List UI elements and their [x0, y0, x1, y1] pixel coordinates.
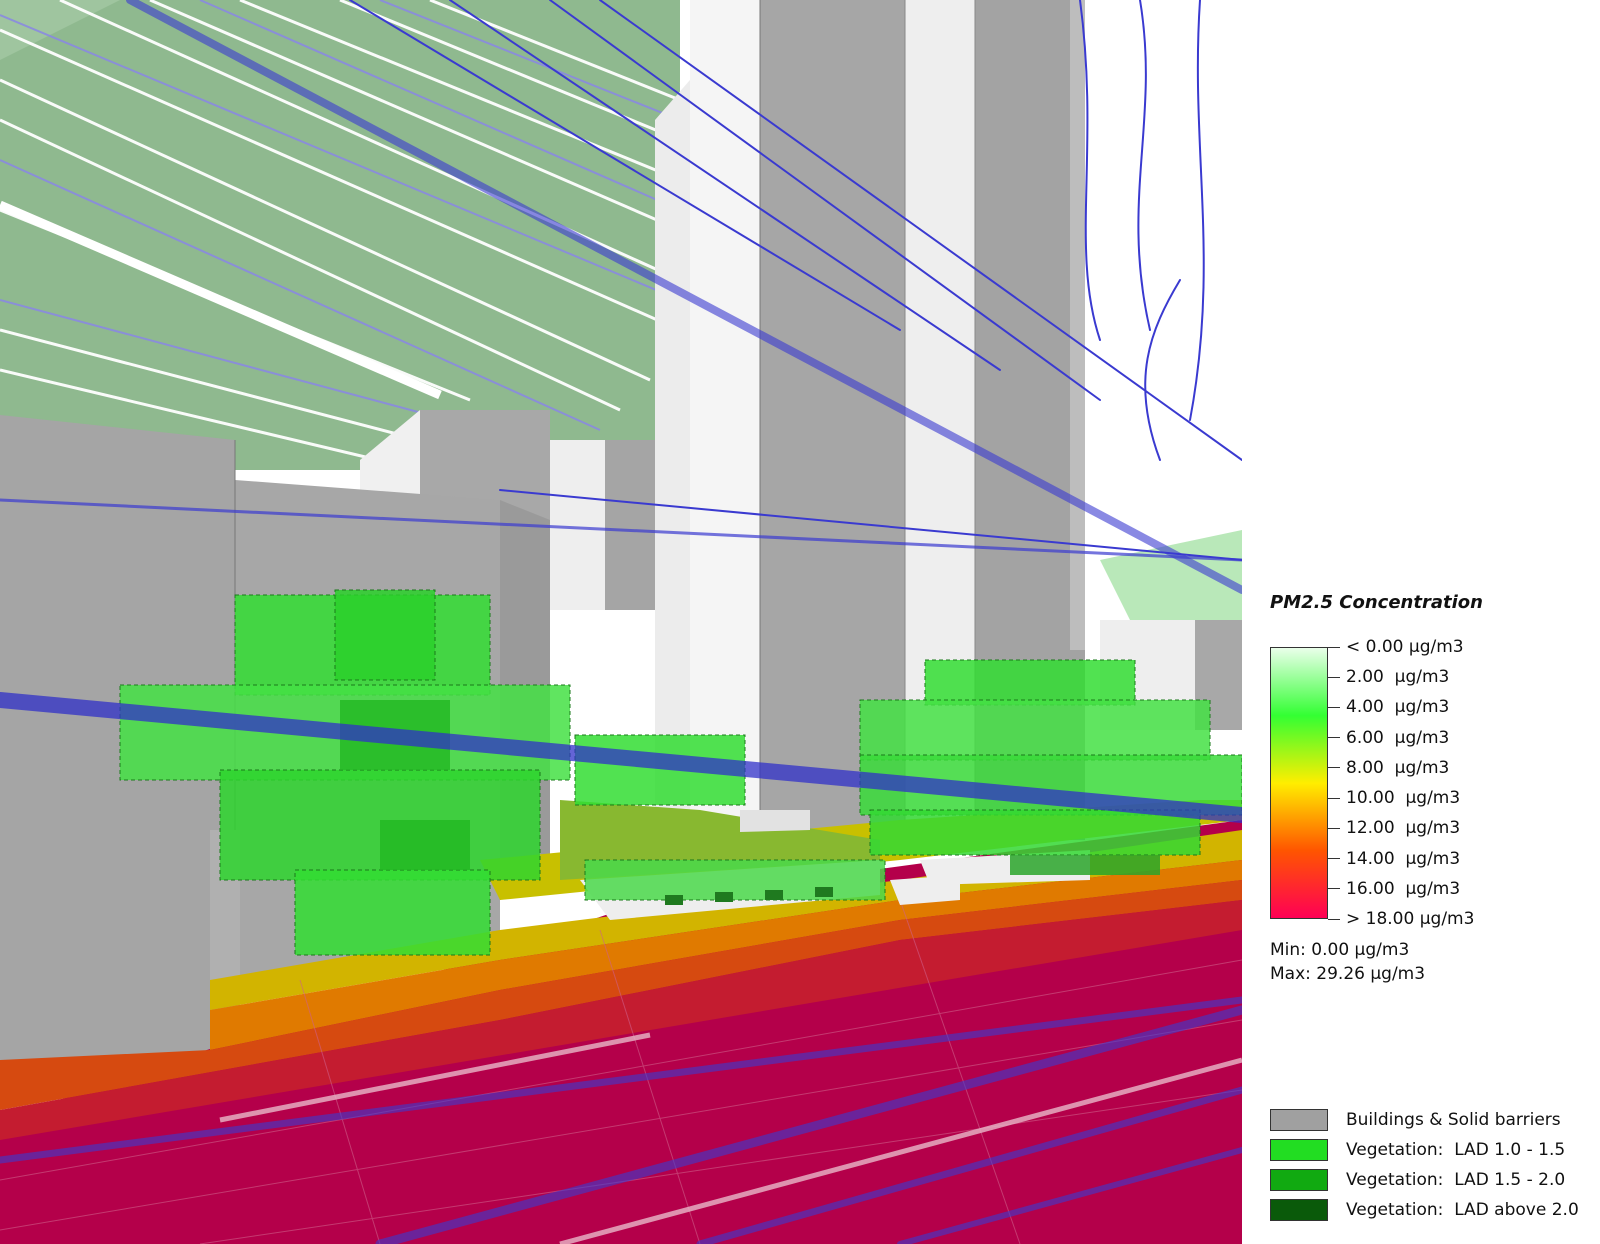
colorbar-tick: 12.00 μg/m3 [1328, 818, 1460, 838]
min-value: Min: 0.00 μg/m3 [1270, 940, 1410, 960]
tick-label: 8.00 μg/m3 [1346, 757, 1450, 778]
legend-category: Vegetation: LAD 1.5 - 2.0 [1270, 1168, 1565, 1192]
max-value: Max: 29.26 μg/m3 [1270, 964, 1426, 984]
colorbar-tick: 6.00 μg/m3 [1328, 728, 1449, 748]
legend-category: Vegetation: LAD 1.0 - 1.5 [1270, 1138, 1565, 1162]
category-label: Vegetation: LAD above 2.0 [1346, 1200, 1579, 1220]
scene-render [0, 0, 1242, 1244]
colorbar-tick: 4.00 μg/m3 [1328, 697, 1449, 717]
category-label: Vegetation: LAD 1.5 - 2.0 [1346, 1170, 1566, 1190]
legend-title: PM2.5 Concentration [1270, 592, 1483, 613]
colorbar-tick: 10.00 μg/m3 [1328, 788, 1460, 808]
tick-label: > 18.00 μg/m3 [1346, 909, 1475, 929]
tick-mark [1328, 676, 1340, 678]
category-swatch [1270, 1139, 1328, 1161]
tick-label: 16.00 μg/m3 [1346, 878, 1461, 899]
colorbar-tick: > 18.00 μg/m3 [1328, 909, 1474, 929]
tick-mark [1328, 918, 1340, 920]
colorbar-tick: 8.00 μg/m3 [1328, 758, 1449, 778]
tick-label: 14.00 μg/m3 [1346, 848, 1461, 869]
tick-mark [1328, 888, 1340, 890]
simulation-3d-viewport[interactable] [0, 0, 1242, 1244]
category-label: Vegetation: LAD 1.0 - 1.5 [1346, 1140, 1566, 1160]
tick-label: < 0.00 μg/m3 [1346, 637, 1464, 657]
category-swatch [1270, 1109, 1328, 1131]
tick-label: 2.00 μg/m3 [1346, 667, 1450, 688]
colorbar-tick: 16.00 μg/m3 [1328, 879, 1460, 899]
colorbar-tick: 2.00 μg/m3 [1328, 667, 1449, 687]
tick-mark [1328, 767, 1340, 769]
tick-label: 6.00 μg/m3 [1346, 727, 1450, 748]
tick-mark [1328, 797, 1340, 799]
legend-category: Vegetation: LAD above 2.0 [1270, 1198, 1579, 1222]
tick-label: 12.00 μg/m3 [1346, 818, 1461, 839]
tick-label: 4.00 μg/m3 [1346, 697, 1450, 718]
tick-mark [1328, 706, 1340, 708]
colorbar-tick: < 0.00 μg/m3 [1328, 637, 1464, 657]
category-swatch [1270, 1199, 1328, 1221]
tick-label: 10.00 μg/m3 [1346, 788, 1461, 809]
legend-category: Buildings & Solid barriers [1270, 1108, 1561, 1132]
concentration-colorbar [1270, 647, 1328, 919]
tick-mark [1328, 737, 1340, 739]
tick-mark [1328, 858, 1340, 860]
category-label: Buildings & Solid barriers [1346, 1110, 1561, 1130]
category-swatch [1270, 1169, 1328, 1191]
tick-mark [1328, 646, 1340, 648]
legend-panel: PM2.5 Concentration Min: 0.00 μg/m3 Max:… [1242, 0, 1600, 1244]
colorbar-tick: 14.00 μg/m3 [1328, 849, 1460, 869]
tick-mark [1328, 827, 1340, 829]
